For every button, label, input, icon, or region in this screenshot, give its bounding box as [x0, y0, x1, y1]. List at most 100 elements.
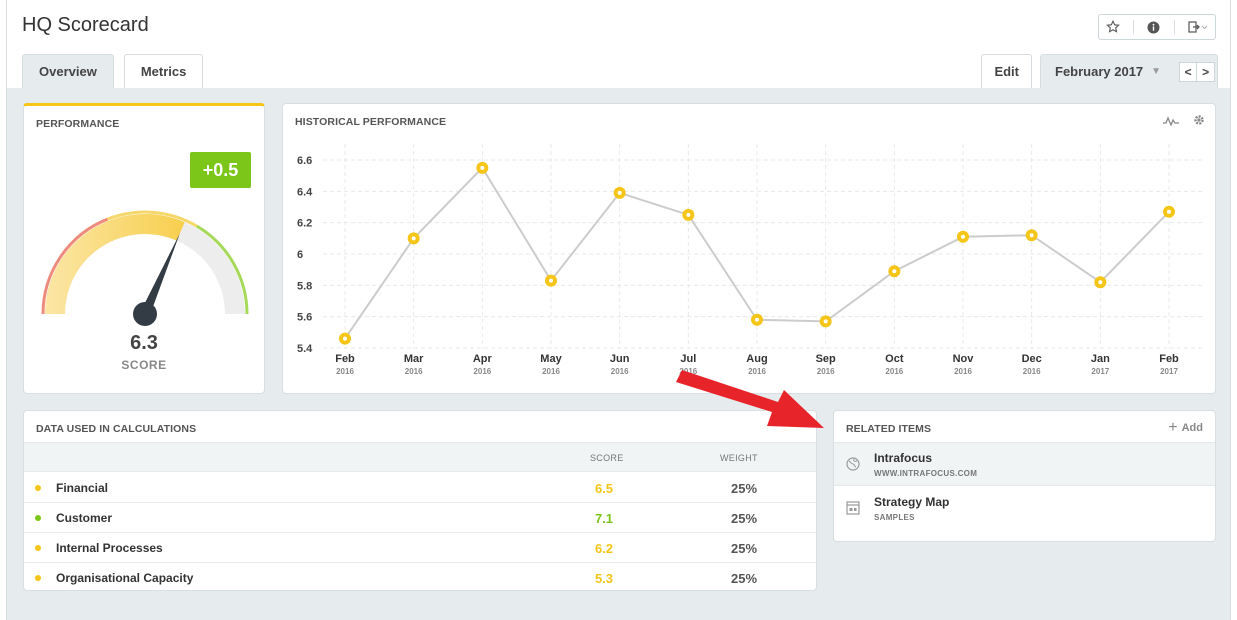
data-point-center: [549, 278, 553, 283]
header: HQ Scorecard Overview Metrics Edit Febru…: [7, 0, 1230, 88]
x-tick-year: 2016: [885, 367, 903, 376]
data-point-center: [686, 212, 691, 217]
data-point-center: [823, 319, 828, 324]
x-tick-month: Oct: [885, 353, 904, 365]
app-frame: HQ Scorecard Overview Metrics Edit Febru…: [6, 0, 1231, 620]
y-tick-label: 5.4: [297, 343, 313, 355]
row-name: Financial: [56, 481, 109, 495]
data-point-center: [1167, 209, 1171, 214]
row-weight: 25%: [730, 541, 758, 556]
row-score: 5.3: [594, 571, 614, 586]
dashboard-content: PERFORMANCE +0.5 6.3 SCORE HISTORICAL PE…: [7, 88, 1230, 620]
data-point-center: [411, 236, 416, 241]
x-tick-month: Mar: [404, 353, 424, 365]
performance-card: PERFORMANCE +0.5 6.3 SCORE: [23, 103, 265, 394]
row-score: 6.5: [594, 481, 614, 496]
x-tick-year: 2016: [405, 367, 423, 376]
x-tick-month: Nov: [953, 353, 975, 365]
related-item-name: Strategy Map: [874, 495, 950, 509]
data-table-title: DATA USED IN CALCULATIONS: [36, 423, 197, 435]
x-tick-month: Feb: [1159, 353, 1179, 365]
y-tick-label: 6.6: [297, 155, 312, 167]
score-value: 6.3: [130, 332, 158, 354]
period-controls: Edit February 2017 ▼ < >: [981, 54, 1218, 88]
next-period-button[interactable]: >: [1197, 61, 1216, 82]
historical-performance-card: HISTORICAL PERFORMANCE 6.6 6.4 6.2 6 5.8 5.6 5…: [282, 103, 1216, 394]
export-icon[interactable]: [1188, 21, 1208, 33]
related-item-sub: SAMPLES: [874, 513, 915, 522]
top-actions: [1098, 14, 1216, 40]
prev-period-button[interactable]: <: [1179, 61, 1198, 82]
x-tick-year: 2016: [954, 367, 972, 376]
strategy-map-icon: [846, 501, 860, 515]
column-weight: WEIGHT: [720, 453, 758, 463]
x-tick-month: Feb: [335, 353, 355, 365]
x-tick-year: 2016: [473, 367, 491, 376]
data-point-center: [755, 317, 759, 322]
performance-title: PERFORMANCE: [36, 118, 120, 130]
x-tick-year: 2017: [1160, 367, 1178, 376]
delta-badge: +0.5: [190, 152, 251, 188]
y-tick-label: 6: [297, 249, 303, 261]
edit-button[interactable]: Edit: [981, 54, 1032, 88]
row-name: Customer: [56, 511, 113, 525]
x-tick-year: 2016: [1023, 367, 1041, 376]
related-item-strategy-map[interactable]: Strategy Map SAMPLES: [834, 487, 1215, 531]
related-item-sub: WWW.INTRAFOCUS.COM: [874, 469, 978, 478]
related-item-name: Intrafocus: [874, 451, 933, 465]
table-row[interactable]: Financial 6.5 25%: [24, 473, 816, 503]
add-related-button[interactable]: + Add: [1168, 420, 1203, 436]
y-tick-label: 6.4: [297, 186, 313, 198]
table-row[interactable]: Internal Processes 6.2 25%: [24, 533, 816, 563]
period-selector[interactable]: February 2017 ▼ < >: [1040, 54, 1218, 88]
status-dot: [35, 575, 41, 581]
divider: [1173, 20, 1175, 34]
data-point-center: [961, 234, 965, 239]
globe-icon: [846, 457, 860, 471]
x-tick-month: Aug: [746, 353, 767, 365]
tab-metrics[interactable]: Metrics: [123, 54, 204, 88]
x-tick-month: Jun: [610, 353, 630, 365]
x-tick-month: Sep: [816, 353, 836, 365]
x-tick-month: Apr: [473, 353, 493, 365]
related-item-intrafocus[interactable]: Intrafocus WWW.INTRAFOCUS.COM: [834, 442, 1215, 486]
x-tick-year: 2016: [336, 367, 354, 376]
x-tick-month: Jul: [680, 353, 696, 365]
related-items-card: RELATED ITEMS + Add Intrafocus WWW.INTRA…: [833, 410, 1216, 542]
row-weight: 25%: [730, 511, 758, 526]
star-icon[interactable]: [1105, 20, 1120, 34]
period-nav: < >: [1179, 61, 1216, 82]
column-score: SCORE: [590, 453, 624, 463]
table-row[interactable]: Customer 7.1 25%: [24, 503, 816, 533]
data-point-center: [480, 165, 485, 170]
period-label: February 2017: [1055, 64, 1144, 79]
row-score: 6.2: [594, 541, 614, 556]
data-point-center: [1029, 233, 1034, 238]
row-weight: 25%: [730, 571, 758, 586]
row-weight: 25%: [730, 481, 758, 496]
annotation-arrow: [676, 370, 824, 428]
row-name: Internal Processes: [56, 541, 163, 555]
tab-bar: Overview Metrics: [22, 54, 204, 88]
data-point-center: [1098, 280, 1103, 285]
y-tick-label: 5.8: [297, 280, 312, 292]
y-tick-label: 5.6: [297, 312, 312, 324]
gauge-hub: [133, 302, 157, 326]
page-title: HQ Scorecard: [22, 14, 149, 36]
tab-overview[interactable]: Overview: [22, 54, 114, 88]
related-title: RELATED ITEMS: [846, 423, 932, 435]
chevron-down-icon: ▼: [1151, 66, 1162, 77]
historical-line-chart: 6.6 6.4 6.2 6 5.8 5.6 5.4 Feb 2016 Mar 2016 Apr 2016…: [297, 144, 1205, 376]
status-dot: [35, 485, 41, 491]
data-point-center: [343, 336, 347, 341]
info-icon[interactable]: [1147, 21, 1160, 34]
x-tick-month: Jan: [1091, 353, 1110, 365]
x-tick-month: May: [540, 353, 562, 365]
score-label: SCORE: [121, 358, 167, 372]
x-tick-month: Dec: [1022, 353, 1042, 365]
data-point-center: [617, 190, 622, 195]
score-gauge: [41, 210, 249, 326]
divider: [1133, 20, 1135, 34]
table-row[interactable]: Organisational Capacity 5.3 25%: [24, 563, 816, 593]
y-tick-label: 6.2: [297, 218, 312, 230]
